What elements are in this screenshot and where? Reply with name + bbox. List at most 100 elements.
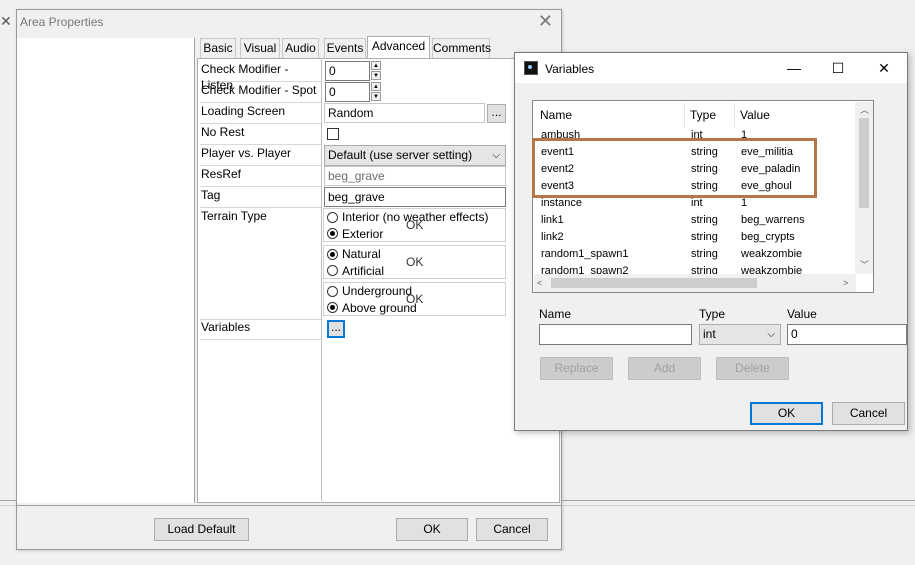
minimize-icon[interactable]: — (779, 57, 809, 79)
label-check-listen: Check Modifier - Listen (200, 61, 321, 92)
resref-field: beg_grave (324, 166, 506, 186)
scroll-down-icon[interactable]: ﹀ (860, 260, 869, 270)
column-separator[interactable] (684, 103, 685, 127)
list-item[interactable]: ambush int 1 (541, 127, 857, 138)
name-input[interactable] (539, 324, 692, 345)
radio-above-ground[interactable] (327, 302, 338, 313)
tab-events[interactable]: Events (324, 38, 366, 58)
replace-button[interactable]: Replace (540, 357, 613, 380)
label-check-spot: Check Modifier - Spot (200, 82, 321, 103)
list-item[interactable]: random1_spawn1 string weakzombie (541, 246, 857, 263)
horizontal-scroll-thumb[interactable] (551, 278, 757, 288)
var-value: weakzombie (741, 248, 803, 260)
label-resref: ResRef (200, 166, 321, 187)
type-select-value: int (703, 327, 716, 341)
label-variables: Variables (200, 319, 321, 340)
tab-visual[interactable]: Visual (240, 38, 280, 58)
var-type: string (691, 231, 718, 243)
var-name: random1_spawn1 (541, 248, 629, 260)
label-no-rest: No Rest (200, 124, 321, 145)
load-default-button[interactable]: Load Default (154, 518, 249, 541)
tab-basic[interactable]: Basic (200, 38, 236, 58)
value-label: Value (787, 307, 817, 321)
var-value: beg_crypts (741, 231, 795, 243)
cancel-button[interactable]: Cancel (476, 518, 548, 541)
horizontal-scrollbar[interactable]: < > (534, 274, 856, 292)
column-separator[interactable] (734, 103, 735, 127)
background-close-icon[interactable]: ✕ (0, 14, 14, 28)
scroll-right-icon[interactable]: > (843, 278, 848, 288)
radio-natural[interactable] (327, 249, 338, 260)
list-item[interactable]: random1_spawn2 string weakzombie (541, 263, 857, 274)
var-type: int (691, 129, 703, 138)
delete-button[interactable]: Delete (716, 357, 789, 380)
pvp-select[interactable]: Default (use server setting) ⌵ (324, 145, 506, 166)
vertical-scrollbar[interactable]: ︿ ﹀ (855, 102, 873, 274)
scroll-up-icon[interactable]: ︿ (860, 105, 869, 115)
variables-dialog: Variables — ☐ ✕ Name Type Value ambush i… (514, 52, 908, 431)
area-properties-dialog: Area Properties ✕ Basic Visual Audio Eve… (16, 9, 562, 550)
label-tag: Tag (200, 187, 321, 208)
listen-spin-down-icon[interactable]: ▼ (371, 71, 381, 80)
var-type: string (691, 265, 718, 274)
highlight-annotation (532, 138, 817, 198)
var-value: weakzombie (741, 265, 803, 274)
var-type: string (691, 248, 718, 260)
spot-spin-up-icon[interactable]: ▲ (371, 82, 381, 91)
tab-advanced[interactable]: Advanced (367, 36, 430, 59)
type-select[interactable]: int ⌵ (699, 324, 781, 345)
area-tree-pane (17, 38, 195, 503)
close-icon[interactable]: ✕ (538, 12, 553, 30)
tab-comments[interactable]: Comments (432, 38, 491, 58)
spot-modifier-input[interactable]: 0 (325, 82, 370, 102)
tab-audio[interactable]: Audio (282, 38, 319, 58)
list-item[interactable]: link1 string beg_warrens (541, 212, 857, 229)
dialog-title: Area Properties (20, 15, 104, 29)
terrain-group-ok-text: OK (406, 255, 424, 269)
radio-underground-label: Underground (342, 284, 413, 298)
column-header-type[interactable]: Type (690, 107, 716, 125)
ok-button[interactable]: OK (396, 518, 468, 541)
no-rest-checkbox[interactable] (327, 128, 339, 140)
variables-edit-button[interactable]: ... (327, 320, 345, 338)
radio-artificial-label: Artificial (342, 264, 385, 278)
radio-exterior[interactable] (327, 228, 338, 239)
label-pvp: Player vs. Player (200, 145, 321, 166)
list-item[interactable]: link2 string beg_crypts (541, 229, 857, 246)
cancel-button[interactable]: Cancel (832, 402, 905, 425)
label-loading-screen: Loading Screen (200, 103, 321, 124)
app-icon (524, 61, 538, 75)
value-input[interactable]: 0 (787, 324, 907, 345)
var-type: string (691, 214, 718, 226)
radio-exterior-label: Exterior (342, 227, 384, 241)
scroll-left-icon[interactable]: < (537, 278, 542, 288)
add-button[interactable]: Add (628, 357, 701, 380)
radio-interior[interactable] (327, 212, 338, 223)
listen-modifier-input[interactable]: 0 (325, 61, 370, 81)
dialog-title: Variables (545, 62, 595, 76)
listen-spin-up-icon[interactable]: ▲ (371, 61, 381, 70)
radio-artificial[interactable] (327, 265, 338, 276)
column-header-value[interactable]: Value (740, 107, 770, 125)
dialog-footer-divider (17, 505, 561, 506)
var-value: beg_warrens (741, 214, 805, 226)
type-label: Type (699, 307, 726, 321)
vertical-scroll-thumb[interactable] (859, 118, 869, 208)
tag-input[interactable]: beg_grave (324, 187, 506, 207)
radio-natural-label: Natural (342, 247, 381, 261)
spot-spin-down-icon[interactable]: ▼ (371, 92, 381, 101)
var-name: link2 (541, 231, 564, 243)
chevron-down-icon: ⌵ (767, 329, 775, 340)
terrain-group-ok-text: OK (406, 218, 424, 232)
ok-button[interactable]: OK (750, 402, 823, 425)
pvp-select-value: Default (use server setting) (328, 148, 473, 162)
chevron-down-icon: ⌵ (492, 150, 500, 161)
column-header-name[interactable]: Name (540, 107, 572, 125)
maximize-icon[interactable]: ☐ (823, 57, 853, 79)
name-label: Name (539, 307, 572, 321)
radio-underground[interactable] (327, 286, 338, 297)
close-icon[interactable]: ✕ (869, 57, 899, 79)
var-name: ambush (541, 129, 581, 138)
loading-screen-browse-button[interactable]: ... (487, 104, 506, 123)
loading-screen-field: Random (324, 103, 485, 123)
